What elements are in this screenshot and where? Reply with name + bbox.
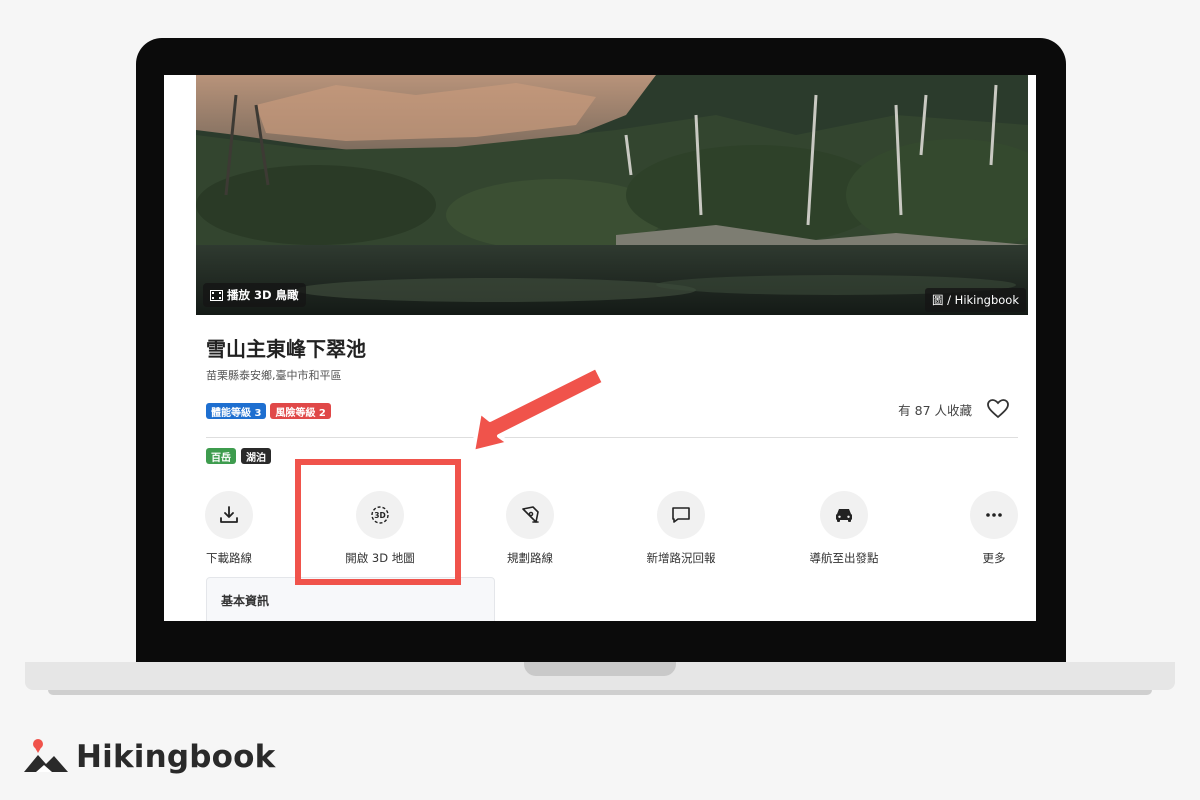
difficulty-tags: 體能等級 3 風險等級 2 <box>206 403 331 419</box>
category-tag-lake: 湖泊 <box>241 448 271 464</box>
download-icon <box>205 491 253 539</box>
highlight-box <box>295 459 461 585</box>
brand-logo: Hikingbook <box>22 738 275 776</box>
laptop-base-shadow <box>48 690 1152 695</box>
fitness-level-tag: 體能等級 3 <box>206 403 267 419</box>
laptop-notch <box>524 662 676 676</box>
add-trail-report-label: 新增路況回報 <box>646 551 716 565</box>
favorites: 有 87 人收藏 <box>898 397 1010 421</box>
hero-photo <box>196 75 1028 315</box>
play-3d-flyover-button[interactable]: 播放 3D 鳥瞰 <box>203 283 306 307</box>
heart-icon[interactable] <box>986 397 1010 421</box>
car-icon <box>820 491 868 539</box>
trail-title: 雪山主東峰下翠池 <box>206 337 366 361</box>
navigate-to-start-button[interactable]: 導航至出發點 <box>784 491 904 566</box>
category-tag-baiyue: 百岳 <box>206 448 236 464</box>
download-route-label: 下載路線 <box>206 551 252 565</box>
basic-info-title: 基本資訊 <box>221 594 270 608</box>
pen-icon <box>506 491 554 539</box>
brand-name: Hikingbook <box>76 739 276 775</box>
navigate-to-start-label: 導航至出發點 <box>809 551 879 565</box>
film-icon <box>210 289 223 301</box>
plan-route-button[interactable]: 規劃路線 <box>470 491 590 566</box>
mountain-pin-icon <box>24 739 68 772</box>
more-icon <box>970 491 1018 539</box>
play-3d-label: 播放 3D 鳥瞰 <box>227 288 299 302</box>
favorites-count: 有 87 人收藏 <box>898 402 972 418</box>
photo-credit: 圖 / Hikingbook <box>924 288 1026 312</box>
more-label: 更多 <box>982 551 1006 565</box>
more-button[interactable]: 更多 <box>934 491 1036 566</box>
category-tags: 百岳 湖泊 <box>206 448 271 464</box>
trail-location: 苗栗縣泰安鄉,臺中市和平區 <box>206 369 342 382</box>
add-trail-report-button[interactable]: 新增路況回報 <box>621 491 741 566</box>
pointer-arrow <box>471 365 606 454</box>
chat-icon <box>657 491 705 539</box>
risk-level-tag: 風險等級 2 <box>270 403 331 419</box>
hero-image: 播放 3D 鳥瞰 圖 / Hikingbook <box>196 75 1028 315</box>
download-route-button[interactable]: 下載路線 <box>169 491 289 566</box>
plan-route-label: 規劃路線 <box>507 551 553 565</box>
